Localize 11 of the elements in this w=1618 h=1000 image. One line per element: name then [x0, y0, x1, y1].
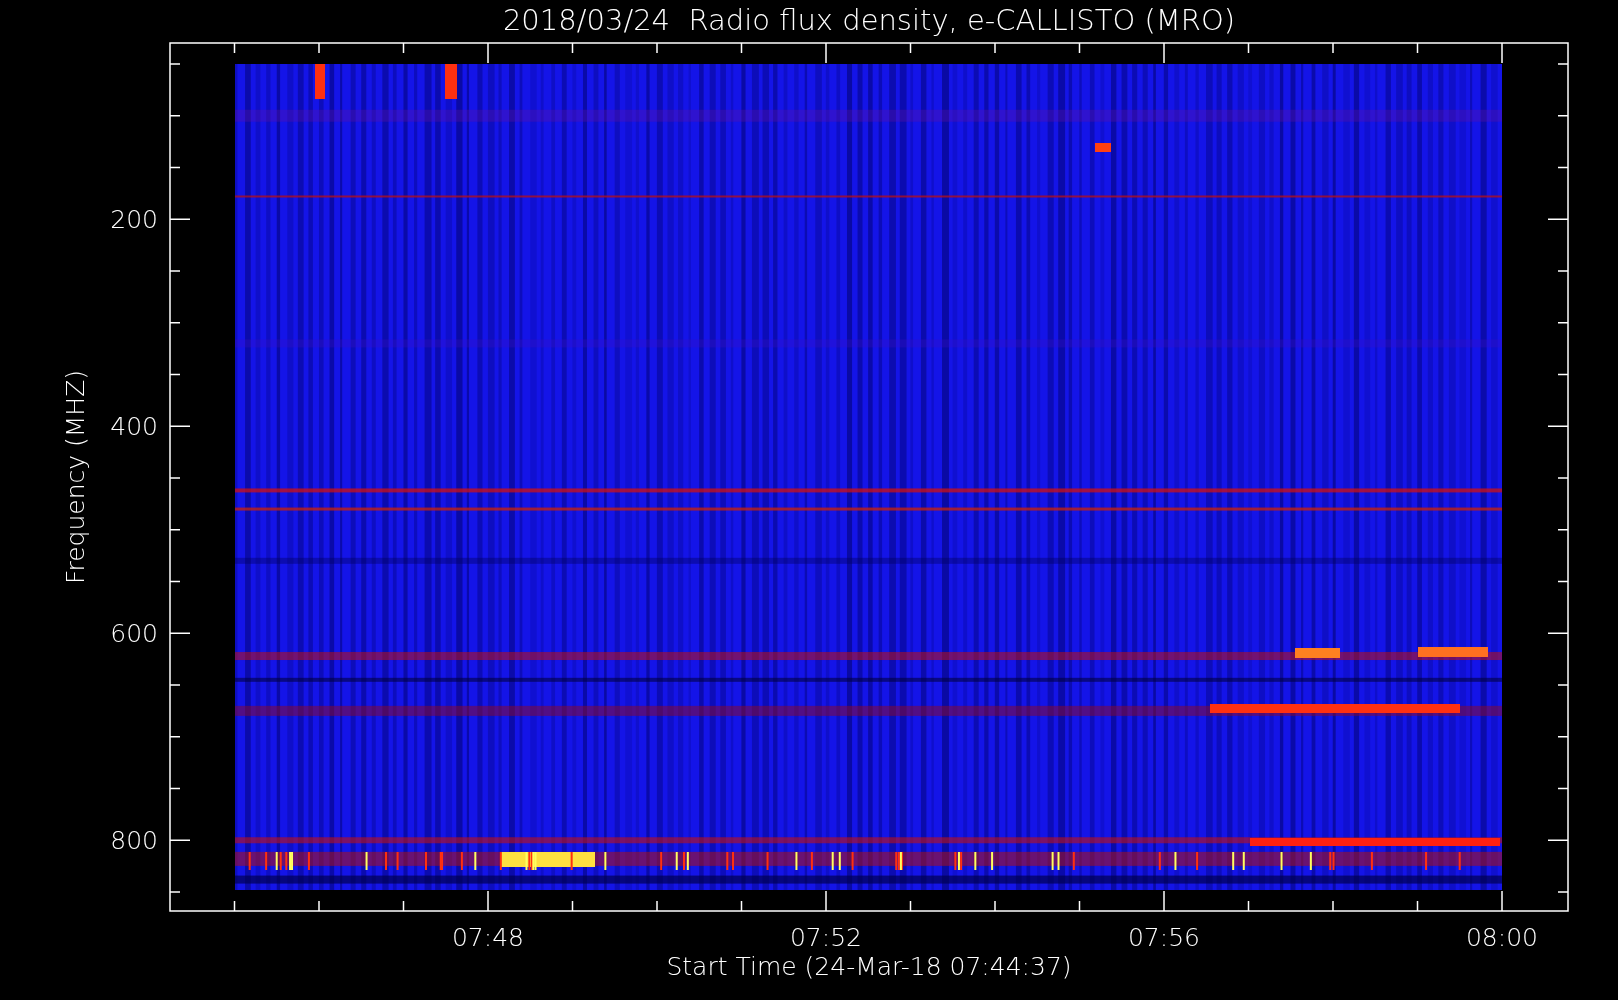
- x-tick-label: 08:00: [1466, 923, 1538, 952]
- y-tick-label: 800: [110, 826, 158, 856]
- y-axis-label: Frequency (MHZ): [61, 369, 90, 585]
- x-axis-label: Start Time (24-Mar-18 07:44:37): [666, 952, 1072, 981]
- x-tick-label: 07:52: [790, 923, 862, 952]
- chart-title: 2018/03/24 Radio flux density, e-CALLISTO (MRO): [502, 3, 1236, 37]
- x-tick-label: 07:56: [1128, 923, 1200, 952]
- y-tick-label: 200: [110, 205, 158, 235]
- y-tick-label: 600: [110, 619, 158, 649]
- y-tick-label: 400: [110, 412, 158, 442]
- x-tick-label: 07:48: [452, 923, 524, 952]
